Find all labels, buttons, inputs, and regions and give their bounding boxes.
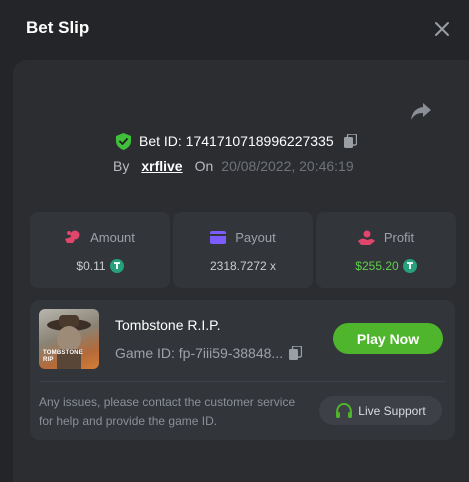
wallet-icon bbox=[210, 230, 227, 244]
by-label: By bbox=[113, 158, 130, 174]
game-name: Tombstone R.I.P. bbox=[115, 317, 221, 333]
stat-head-amount: Amount bbox=[30, 228, 170, 246]
modal-title: Bet Slip bbox=[26, 18, 90, 37]
tether-icon bbox=[402, 259, 417, 273]
modal-header: Bet Slip bbox=[0, 0, 469, 58]
bet-date: 20/08/2022, 20:46:19 bbox=[221, 158, 354, 174]
stat-head-payout: Payout bbox=[173, 228, 313, 246]
divider bbox=[39, 381, 446, 382]
bet-slip-modal: Bet Slip Bet ID: 1741710718996227335 By … bbox=[0, 0, 469, 482]
game-id-row: Game ID: fp-7iii59-38848... bbox=[115, 344, 303, 362]
game-thumbnail-title: TOMBSTONE RIP bbox=[43, 350, 83, 363]
headset-icon bbox=[336, 402, 353, 418]
game-thumbnail[interactable]: TOMBSTONE RIP bbox=[39, 309, 99, 369]
stat-label-payout: Payout bbox=[235, 229, 276, 245]
stat-label-profit: Profit bbox=[383, 229, 415, 245]
stat-value-payout: 2318.7272 x bbox=[209, 259, 277, 273]
bet-id: Bet ID: 1741710718996227335 bbox=[139, 133, 334, 149]
tether-icon bbox=[109, 259, 124, 273]
stat-value-payout-row: 2318.7272 x bbox=[173, 257, 313, 275]
play-now-button[interactable]: Play Now bbox=[333, 323, 443, 354]
support-note: Any issues, please contact the customer … bbox=[39, 395, 296, 428]
close-button[interactable] bbox=[432, 19, 452, 39]
stat-head-profit: Profit bbox=[316, 228, 456, 246]
stat-value-amount: $0.11 bbox=[76, 259, 106, 273]
stat-value-amount-row: $0.11 bbox=[30, 257, 170, 275]
share-icon bbox=[411, 103, 431, 120]
game-id: Game ID: fp-7iii59-38848... bbox=[115, 345, 284, 361]
copy-icon[interactable] bbox=[343, 134, 357, 148]
copy-icon[interactable] bbox=[289, 346, 303, 360]
live-support-button[interactable]: Live Support bbox=[319, 396, 442, 425]
on-label: On bbox=[194, 158, 214, 174]
stat-label-amount: Amount bbox=[90, 229, 135, 245]
stat-card-profit: Profit $255.20 bbox=[316, 212, 456, 288]
stat-card-payout: Payout 2318.7272 x bbox=[173, 212, 313, 288]
game-card: TOMBSTONE RIP Tombstone R.I.P. Game ID: … bbox=[30, 300, 455, 440]
bet-meta-row: By xrflive On 20/08/2022, 20:46:19 bbox=[113, 157, 354, 175]
hand-coin-icon bbox=[357, 230, 375, 245]
stat-value-profit: $255.20 bbox=[355, 259, 399, 273]
stat-card-amount: Amount $0.11 bbox=[30, 212, 170, 288]
close-icon bbox=[435, 22, 449, 36]
live-support-label: Live Support bbox=[358, 403, 426, 418]
bet-id-row: Bet ID: 1741710718996227335 bbox=[116, 131, 357, 151]
share-button[interactable] bbox=[410, 101, 432, 121]
verified-shield-icon bbox=[116, 132, 131, 150]
coins-icon bbox=[65, 230, 80, 243]
stat-value-profit-row: $255.20 bbox=[316, 257, 456, 275]
user-link[interactable]: xrflive bbox=[141, 158, 182, 174]
